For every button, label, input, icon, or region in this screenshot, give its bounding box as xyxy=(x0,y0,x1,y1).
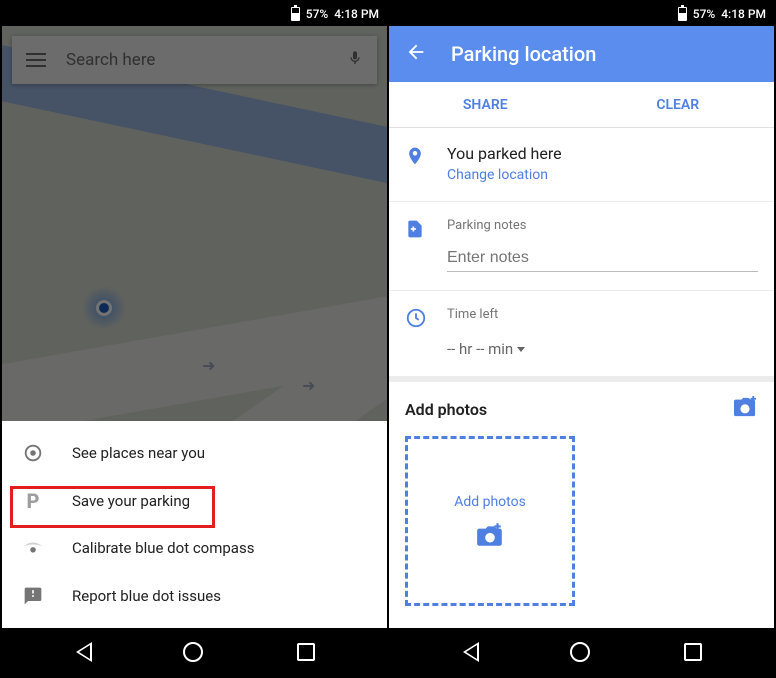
app-bar: Parking location xyxy=(389,26,774,82)
clock-icon xyxy=(405,307,427,358)
add-photos-heading: Add photos xyxy=(405,400,487,419)
phone-left: 57% 4:18 PM ➜ ➜ Search here xyxy=(2,2,387,676)
clear-button[interactable]: CLEAR xyxy=(582,97,775,113)
time-left-value: -- hr -- min xyxy=(447,340,513,358)
note-add-icon xyxy=(405,218,427,272)
nav-recent-button[interactable] xyxy=(684,643,702,661)
parking-icon: P xyxy=(22,490,44,512)
change-location-link[interactable]: Change location xyxy=(447,167,758,183)
screen-title: Parking location xyxy=(451,42,596,66)
sheet-item-label: See places near you xyxy=(72,444,205,462)
photos-section: Add photos Add photos xyxy=(389,382,774,620)
nav-home-button[interactable] xyxy=(570,642,590,662)
photo-dropzone[interactable]: Add photos xyxy=(405,436,575,606)
sheet-see-places[interactable]: See places near you xyxy=(2,429,387,477)
nav-back-button[interactable] xyxy=(461,642,477,662)
target-icon xyxy=(22,442,44,464)
android-nav-bar xyxy=(389,628,774,676)
action-bar: SHARE CLEAR xyxy=(389,82,774,128)
status-bar: 57% 4:18 PM xyxy=(389,2,774,26)
sheet-item-label: Calibrate blue dot compass xyxy=(72,539,254,557)
time-left-label: Time left xyxy=(447,307,758,322)
sheet-save-parking[interactable]: P Save your parking xyxy=(2,477,387,525)
scrim-overlay[interactable] xyxy=(2,26,387,421)
parking-screen: Parking location SHARE CLEAR You parked … xyxy=(389,26,774,628)
compass-dot-icon xyxy=(22,537,44,559)
sheet-calibrate-compass[interactable]: Calibrate blue dot compass xyxy=(2,525,387,573)
sheet-item-label: Save your parking xyxy=(72,492,190,510)
back-arrow-button[interactable] xyxy=(405,41,427,67)
notes-input[interactable] xyxy=(447,245,758,272)
pin-icon xyxy=(405,144,427,183)
time-left-dropdown[interactable]: -- hr -- min xyxy=(447,340,758,358)
feedback-icon xyxy=(22,585,44,607)
notes-section: Parking notes xyxy=(389,202,774,291)
notes-label: Parking notes xyxy=(447,218,758,233)
battery-icon xyxy=(291,7,300,21)
parked-here-label: You parked here xyxy=(447,144,758,163)
camera-add-icon xyxy=(475,522,505,548)
caret-down-icon xyxy=(517,347,525,352)
bottom-sheet: See places near you P Save your parking … xyxy=(2,421,387,628)
phone-right: 57% 4:18 PM Parking location SHARE CLEAR… xyxy=(389,2,774,676)
parked-section: You parked here Change location xyxy=(389,128,774,202)
sheet-item-label: Report blue dot issues xyxy=(72,587,221,605)
nav-recent-button[interactable] xyxy=(297,643,315,661)
map-screen: ➜ ➜ Search here See places near you P xyxy=(2,26,387,628)
dropzone-label: Add photos xyxy=(454,494,526,510)
nav-back-button[interactable] xyxy=(74,642,90,662)
status-bar: 57% 4:18 PM xyxy=(2,2,387,26)
time-section: Time left -- hr -- min xyxy=(389,291,774,382)
sheet-report-issues[interactable]: Report blue dot issues xyxy=(2,572,387,620)
share-button[interactable]: SHARE xyxy=(389,97,582,113)
battery-icon xyxy=(678,7,687,21)
clock-time: 4:18 PM xyxy=(721,7,766,21)
nav-home-button[interactable] xyxy=(183,642,203,662)
clock-time: 4:18 PM xyxy=(334,7,379,21)
add-photo-button[interactable] xyxy=(732,396,758,422)
search-bar-scrim xyxy=(12,36,377,84)
battery-percent: 57% xyxy=(693,7,715,21)
battery-percent: 57% xyxy=(306,7,328,21)
android-nav-bar xyxy=(2,628,387,676)
